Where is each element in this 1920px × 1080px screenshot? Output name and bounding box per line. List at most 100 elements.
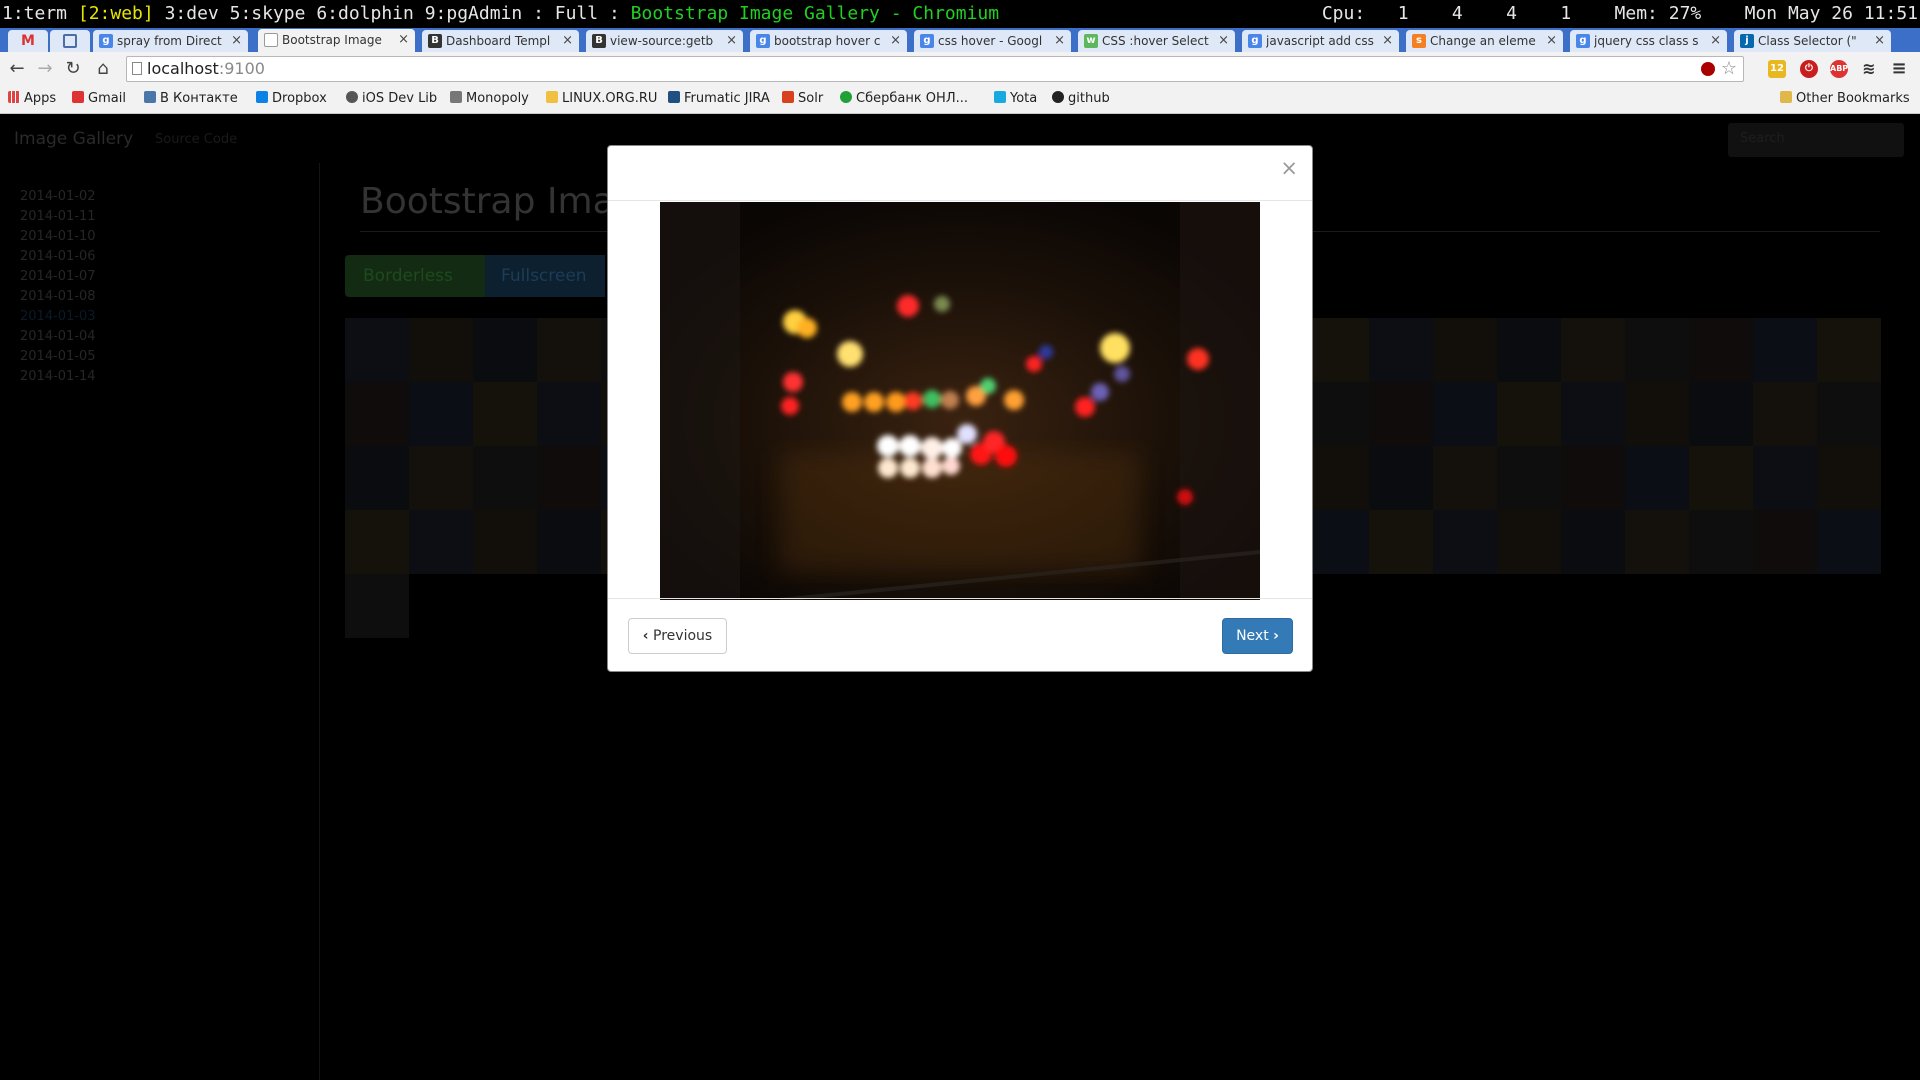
- bookmark-yota[interactable]: Yota: [994, 86, 1037, 112]
- tab-jquery-css-class[interactable]: g jquery css class s ×: [1570, 30, 1727, 52]
- thumbnail[interactable]: [1497, 382, 1561, 446]
- power-extension-icon[interactable]: ⏻: [1800, 60, 1818, 78]
- thumbnail[interactable]: [473, 318, 537, 382]
- date-link[interactable]: 2014-01-11: [20, 207, 96, 227]
- thumbnail[interactable]: [1561, 510, 1625, 574]
- bookmark-dropbox[interactable]: Dropbox: [256, 86, 327, 112]
- home-icon[interactable]: ⌂: [92, 58, 114, 80]
- thumbnail[interactable]: [409, 318, 473, 382]
- tab-bootstrap-image[interactable]: Bootstrap Image ×: [258, 29, 415, 52]
- thumbnail[interactable]: [1369, 382, 1433, 446]
- close-icon[interactable]: ×: [562, 30, 573, 52]
- thumbnail[interactable]: [1561, 382, 1625, 446]
- tab-bootstrap-hover[interactable]: g bootstrap hover c ×: [750, 30, 907, 52]
- thumbnail[interactable]: [345, 446, 409, 510]
- close-button[interactable]: ×: [1280, 158, 1298, 179]
- previous-button[interactable]: ‹ Previous: [628, 618, 727, 654]
- thumbnail[interactable]: [1497, 446, 1561, 510]
- tab-spray[interactable]: g spray from Direct ×: [93, 30, 248, 52]
- thumbnail[interactable]: [1561, 446, 1625, 510]
- thumbnail[interactable]: [1689, 510, 1753, 574]
- tab-gmail[interactable]: M: [8, 30, 48, 52]
- tab-window[interactable]: [50, 30, 90, 52]
- notes-extension-icon[interactable]: 12: [1768, 60, 1786, 78]
- bookmark-vk[interactable]: В Контакте: [144, 86, 238, 112]
- thumbnail[interactable]: [1753, 382, 1817, 446]
- thumbnail[interactable]: [473, 446, 537, 510]
- workspace-term[interactable]: 1:term: [2, 3, 67, 24]
- thumbnail[interactable]: [1625, 318, 1689, 382]
- thumbnail[interactable]: [537, 318, 601, 382]
- thumbnail[interactable]: [1369, 510, 1433, 574]
- star-icon[interactable]: ☆: [1721, 57, 1737, 81]
- thumbnail[interactable]: [1753, 510, 1817, 574]
- workspace-dolphin[interactable]: 6:dolphin: [316, 3, 414, 24]
- date-link[interactable]: 2014-01-10: [20, 227, 96, 247]
- bookmark-solr[interactable]: Solr: [782, 86, 823, 112]
- tab-dashboard[interactable]: B Dashboard Templ ×: [422, 30, 579, 52]
- close-icon[interactable]: ×: [726, 30, 737, 52]
- close-icon[interactable]: ×: [231, 30, 242, 52]
- bookmark-jira[interactable]: Frumatic JIRA: [668, 86, 770, 112]
- menu-icon[interactable]: ≡: [1890, 60, 1908, 78]
- filter-extension-icon[interactable]: ≋: [1860, 60, 1878, 78]
- thumbnail[interactable]: [1305, 510, 1369, 574]
- thumbnail[interactable]: [345, 318, 409, 382]
- thumbnail[interactable]: [1817, 510, 1881, 574]
- thumbnail[interactable]: [473, 382, 537, 446]
- thumbnail[interactable]: [1753, 446, 1817, 510]
- thumbnail[interactable]: [1753, 318, 1817, 382]
- workspace-dev[interactable]: 3:dev: [165, 3, 219, 24]
- date-link[interactable]: 2014-01-08: [20, 287, 96, 307]
- thumbnail[interactable]: [1817, 318, 1881, 382]
- bookmark-github[interactable]: github: [1052, 86, 1110, 112]
- reload-icon[interactable]: ↻: [62, 58, 84, 80]
- thumbnail[interactable]: [1817, 382, 1881, 446]
- blocked-icon[interactable]: [1701, 62, 1715, 76]
- date-link[interactable]: 2014-01-04: [20, 327, 96, 347]
- close-icon[interactable]: ×: [1218, 30, 1229, 52]
- thumbnail[interactable]: [409, 382, 473, 446]
- thumbnail[interactable]: [1369, 318, 1433, 382]
- workspace-pgadmin[interactable]: 9:pgAdmin: [425, 3, 523, 24]
- close-icon[interactable]: ×: [1710, 30, 1721, 52]
- close-icon[interactable]: ×: [398, 29, 409, 51]
- thumbnail[interactable]: [1625, 382, 1689, 446]
- date-link[interactable]: 2014-01-03: [20, 307, 96, 327]
- thumbnail[interactable]: [1433, 446, 1497, 510]
- date-link[interactable]: 2014-01-07: [20, 267, 96, 287]
- thumbnail[interactable]: [345, 510, 409, 574]
- date-link[interactable]: 2014-01-02: [20, 187, 96, 207]
- back-icon[interactable]: ←: [6, 58, 28, 80]
- thumbnail[interactable]: [537, 446, 601, 510]
- thumbnail[interactable]: [1625, 446, 1689, 510]
- thumbnail[interactable]: [1305, 318, 1369, 382]
- date-link[interactable]: 2014-01-06: [20, 247, 96, 267]
- close-icon[interactable]: ×: [1874, 30, 1885, 52]
- nav-source-code[interactable]: Source Code: [155, 132, 237, 147]
- thumbnail[interactable]: [345, 574, 409, 638]
- thumbnail[interactable]: [1305, 446, 1369, 510]
- thumbnail[interactable]: [1689, 382, 1753, 446]
- close-icon[interactable]: ×: [1546, 30, 1557, 52]
- thumbnail[interactable]: [409, 446, 473, 510]
- bookmark-ios-dev[interactable]: iOS Dev Lib: [346, 86, 437, 112]
- bookmark-apps[interactable]: Apps: [8, 86, 56, 112]
- thumbnail[interactable]: [1689, 446, 1753, 510]
- thumbnail[interactable]: [409, 510, 473, 574]
- tab-view-source[interactable]: B view-source:getb ×: [586, 30, 743, 52]
- address-bar[interactable]: localhost:9100 ☆: [126, 56, 1744, 82]
- tab-css-hover-google[interactable]: g css hover - Googl ×: [914, 30, 1071, 52]
- thumbnail[interactable]: [1689, 318, 1753, 382]
- bookmark-sberbank[interactable]: Сбербанк ОНЛ...: [840, 86, 968, 112]
- adblock-icon[interactable]: ABP: [1830, 60, 1848, 78]
- next-button[interactable]: Next ›: [1222, 618, 1293, 654]
- thumbnail[interactable]: [1433, 510, 1497, 574]
- date-link[interactable]: 2014-01-05: [20, 347, 96, 367]
- thumbnail[interactable]: [1433, 382, 1497, 446]
- forward-icon[interactable]: →: [34, 58, 56, 80]
- workspace-skype[interactable]: 5:skype: [230, 3, 306, 24]
- date-link[interactable]: 2014-01-14: [20, 367, 96, 387]
- close-icon[interactable]: ×: [1382, 30, 1393, 52]
- gallery-image[interactable]: [660, 202, 1260, 600]
